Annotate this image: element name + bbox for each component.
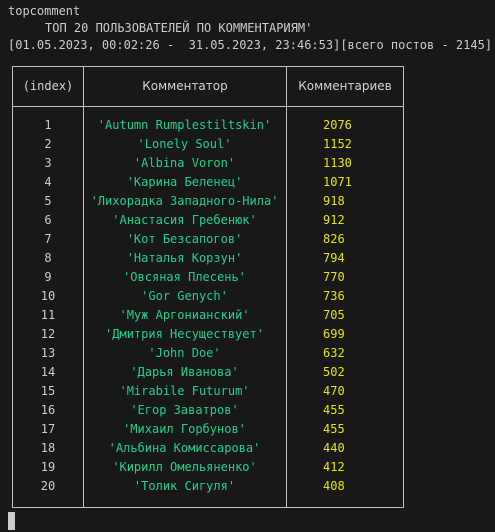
row-commenter: 'John Doe' — [148, 346, 221, 360]
table-row: 14 'Дарья Иванова' 502 — [13, 363, 403, 382]
header-comments: Комментариев — [298, 79, 392, 93]
row-comment-count: 826 — [323, 232, 345, 246]
row-comment-count: 705 — [323, 308, 345, 322]
header-commenter: Комментатор — [142, 79, 228, 93]
row-commenter: 'Autumn Rumplestiltskin' — [97, 118, 272, 132]
table-row: 2 'Lonely Soul' 1152 — [13, 135, 403, 154]
row-comment-count: 912 — [323, 213, 345, 227]
row-commenter: 'Овсяная Плесень' — [123, 270, 246, 284]
row-comment-count: 455 — [323, 403, 345, 417]
row-comment-count: 770 — [323, 270, 345, 284]
row-index: 4 — [44, 175, 52, 189]
header-index: (index) — [22, 79, 74, 93]
table-body: 1 'Autumn Rumplestiltskin' 2076 2 'Lonely So… — [13, 116, 403, 496]
row-index: 16 — [40, 403, 56, 417]
row-index: 15 — [40, 384, 56, 398]
row-comment-count: 440 — [323, 441, 345, 455]
row-comment-count: 1130 — [323, 156, 352, 170]
row-comment-count: 1071 — [323, 175, 352, 189]
row-index: 9 — [44, 270, 52, 284]
row-index: 13 — [40, 346, 56, 360]
row-commenter: 'Михаил Горбунов' — [123, 422, 246, 436]
table-row: 15 'Mirabile Futurum' 470 — [13, 382, 403, 401]
row-commenter: 'Альбина Комиссарова' — [108, 441, 261, 455]
output-date-range: [01.05.2023, 00:02:26 - 31.05.2023, 23:4… — [8, 38, 493, 52]
table-row: 5 'Лихорадка Западного-Нила' 918 — [13, 192, 403, 211]
row-commenter: 'Анастасия Гребенюк' — [112, 213, 257, 227]
row-index: 2 — [44, 137, 52, 151]
table-row: 6 'Анастасия Гребенюк' 912 — [13, 211, 403, 230]
row-commenter: 'Lonely Soul' — [137, 137, 232, 151]
row-comment-count: 1152 — [323, 137, 352, 151]
table-row: 4 'Карина Беленец' 1071 — [13, 173, 403, 192]
row-commenter: 'Муж Аргонианский' — [119, 308, 250, 322]
table-row: 20 'Толик Сигуля' 408 — [13, 477, 403, 496]
table-row: 11 'Муж Аргонианский' 705 — [13, 306, 403, 325]
row-index: 14 — [40, 365, 56, 379]
terminal-cursor[interactable] — [8, 512, 15, 530]
row-comment-count: 502 — [323, 365, 345, 379]
row-index: 5 — [44, 194, 52, 208]
table-row: 19 'Кирилл Омельяненко' 412 — [13, 458, 403, 477]
row-index: 11 — [40, 308, 56, 322]
row-commenter: 'Толик Сигуля' — [133, 479, 236, 493]
row-commenter: 'Егор Заватров' — [130, 403, 239, 417]
row-comment-count: 408 — [323, 479, 345, 493]
row-comment-count: 412 — [323, 460, 345, 474]
row-index: 10 — [40, 289, 56, 303]
terminal-output: topcomment ТОП 20 ПОЛЬЗОВАТЕЛЕЙ ПО КОММЕ… — [8, 3, 493, 54]
table-row: 3 'Albina Voron' 1130 — [13, 154, 403, 173]
table-row: 13 'John Doe' 632 — [13, 344, 403, 363]
row-index: 20 — [40, 479, 56, 493]
command-line: topcomment — [8, 4, 81, 18]
row-commenter: 'Albina Voron' — [133, 156, 236, 170]
row-index: 6 — [44, 213, 52, 227]
table-row: 10 'Gor Genych' 736 — [13, 287, 403, 306]
row-index: 18 — [40, 441, 56, 455]
row-comment-count: 632 — [323, 346, 345, 360]
row-comment-count: 2076 — [323, 118, 352, 132]
row-comment-count: 470 — [323, 384, 345, 398]
row-comment-count: 918 — [323, 194, 345, 208]
header-separator — [13, 106, 403, 107]
row-commenter: 'Наталья Корзун' — [126, 251, 243, 265]
row-index: 12 — [40, 327, 56, 341]
table-row: 17 'Михаил Горбунов' 455 — [13, 420, 403, 439]
row-commenter: 'Дмитрия Несуществует' — [105, 327, 264, 341]
table-row: 7 'Кот Безсапогов' 826 — [13, 230, 403, 249]
row-commenter: 'Mirabile Futurum' — [119, 384, 250, 398]
table-row: 9 'Овсяная Плесень' 770 — [13, 268, 403, 287]
table-row: 12 'Дмитрия Несуществует' 699 — [13, 325, 403, 344]
row-index: 1 — [44, 118, 52, 132]
table-row: 18 'Альбина Комиссарова' 440 — [13, 439, 403, 458]
row-commenter: 'Лихорадка Западного-Нила' — [90, 194, 279, 208]
row-commenter: 'Кирилл Омельяненко' — [112, 460, 257, 474]
row-index: 17 — [40, 422, 56, 436]
table-row: 16 'Егор Заватров' 455 — [13, 401, 403, 420]
row-comment-count: 455 — [323, 422, 345, 436]
row-comment-count: 699 — [323, 327, 345, 341]
row-index: 8 — [44, 251, 52, 265]
row-comment-count: 736 — [323, 289, 345, 303]
row-commenter: 'Gor Genych' — [141, 289, 228, 303]
row-comment-count: 794 — [323, 251, 345, 265]
row-commenter: 'Карина Беленец' — [126, 175, 243, 189]
row-index: 19 — [40, 460, 56, 474]
output-heading: ТОП 20 ПОЛЬЗОВАТЕЛЕЙ ПО КОММЕНТАРИЯМ' — [45, 21, 313, 35]
row-index: 3 — [44, 156, 52, 170]
table-row: 8 'Наталья Корзун' 794 — [13, 249, 403, 268]
row-commenter: 'Кот Безсапогов' — [126, 232, 243, 246]
console-table: (index) Комментатор Комментариев 1 'Autum… — [12, 66, 404, 508]
table-row: 1 'Autumn Rumplestiltskin' 2076 — [13, 116, 403, 135]
row-commenter: 'Дарья Иванова' — [130, 365, 239, 379]
row-index: 7 — [44, 232, 52, 246]
